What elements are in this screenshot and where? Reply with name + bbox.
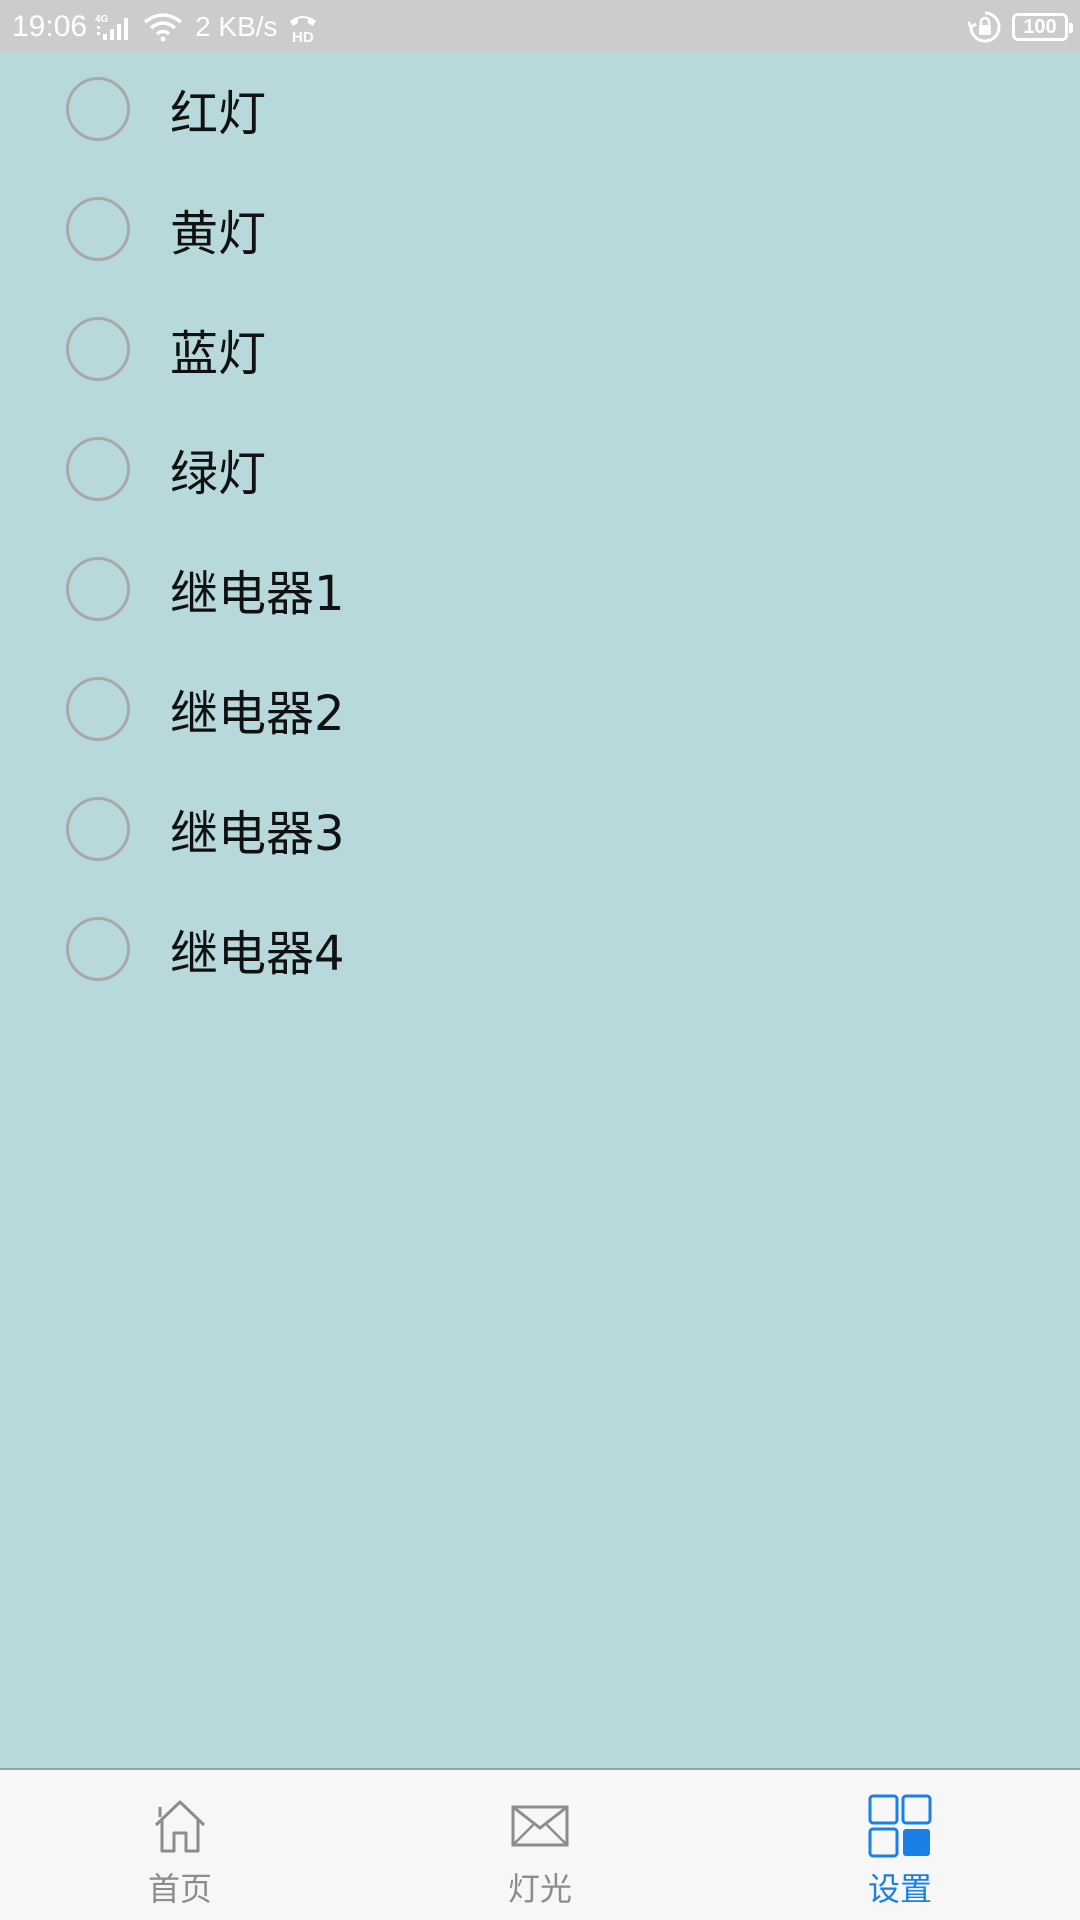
option-label: 黄灯 — [170, 206, 267, 262]
option-label: 继电器4 — [170, 926, 345, 982]
nav-label-lighting: 灯光 — [507, 1870, 572, 1908]
radio-option-relay-1[interactable]: 继电器1 — [66, 554, 345, 624]
radio-button[interactable] — [66, 557, 130, 621]
network-speed: 2 KB/s — [195, 11, 278, 42]
option-label: 继电器2 — [170, 686, 345, 742]
nav-label-home: 首页 — [147, 1870, 212, 1908]
radio-option-red-light[interactable]: 红灯 — [66, 74, 266, 144]
status-bar-right: 100 — [968, 10, 1073, 44]
status-time: 19:06 — [12, 10, 88, 43]
option-label: 红灯 — [170, 86, 267, 142]
radio-button[interactable] — [66, 797, 130, 861]
radio-button[interactable] — [66, 917, 130, 981]
status-bar-left: 19:06 4G 2 KB/s HD — [12, 10, 320, 44]
option-label: 绿灯 — [170, 446, 267, 502]
grid-icon — [868, 1794, 932, 1858]
battery-level: 100 — [1023, 15, 1057, 38]
radio-button[interactable] — [66, 317, 130, 381]
rotation-lock-icon — [968, 10, 1002, 44]
radio-button[interactable] — [66, 437, 130, 501]
hd-label: HD — [292, 29, 314, 43]
status-bar: 19:06 4G 2 KB/s HD 100 — [0, 0, 1080, 54]
option-label: 蓝灯 — [170, 326, 267, 382]
radio-option-blue-light[interactable]: 蓝灯 — [66, 314, 266, 384]
radio-option-relay-4[interactable]: 继电器4 — [66, 914, 345, 984]
radio-button[interactable] — [66, 77, 130, 141]
option-label: 继电器1 — [170, 566, 345, 622]
radio-option-relay-2[interactable]: 继电器2 — [66, 674, 345, 744]
radio-option-yellow-light[interactable]: 黄灯 — [66, 194, 266, 264]
wifi-icon — [143, 12, 183, 42]
bottom-navigation: 首页 灯光 设置 — [0, 1768, 1080, 1920]
network-type-label: 4G — [95, 14, 109, 25]
nav-item-settings[interactable]: 设置 — [800, 1770, 1000, 1920]
radio-button[interactable] — [66, 677, 130, 741]
content-area: 红灯 黄灯 蓝灯 绿灯 继电器1 继电器2 继电器3 继电器4 — [0, 54, 1080, 1768]
option-label: 继电器3 — [170, 806, 345, 862]
nav-item-home[interactable]: 首页 — [80, 1770, 280, 1920]
radio-option-relay-3[interactable]: 继电器3 — [66, 794, 345, 864]
nav-label-settings: 设置 — [867, 1870, 932, 1908]
radio-button[interactable] — [66, 197, 130, 261]
signal-icon: 4G — [95, 12, 135, 42]
nav-item-lighting[interactable]: 灯光 — [440, 1770, 640, 1920]
mail-icon — [510, 1794, 570, 1858]
hd-call-icon: HD — [286, 11, 320, 43]
battery-icon: 100 — [1012, 13, 1073, 41]
home-icon — [150, 1794, 210, 1858]
radio-option-green-light[interactable]: 绿灯 — [66, 434, 266, 504]
